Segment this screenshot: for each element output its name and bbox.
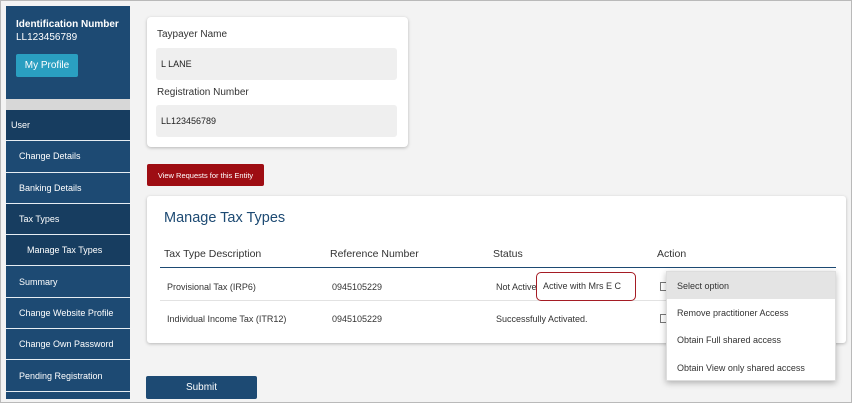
sidebar-item-change-website-profile[interactable]: Change Website Profile xyxy=(6,297,130,330)
sidebar-item-user[interactable]: User xyxy=(6,110,130,142)
dropdown-option-full-access[interactable]: Obtain Full shared access xyxy=(667,327,835,354)
row-1-status: Not Active xyxy=(496,282,537,292)
table-header-divider xyxy=(160,267,836,268)
row-1-description: Provisional Tax (IRP6) xyxy=(167,282,256,292)
column-header-reference: Reference Number xyxy=(330,248,419,260)
action-dropdown-menu: Select option Remove practitioner Access… xyxy=(666,271,836,381)
status-highlight-box: Active with Mrs E C xyxy=(536,272,636,301)
page-title: Manage Tax Types xyxy=(164,210,286,226)
id-number-value: LL123456789 xyxy=(16,32,78,43)
row-2-reference: 0945105229 xyxy=(332,314,383,324)
row-2-status: Successfully Activated. xyxy=(496,314,588,324)
dropdown-option-view-access[interactable]: Obtain View only shared access xyxy=(667,354,835,381)
sidebar-separator xyxy=(6,99,130,110)
dropdown-option-select[interactable]: Select option xyxy=(667,272,835,300)
sidebar-item-summary[interactable]: Summary xyxy=(6,266,130,298)
dropdown-option-remove-access[interactable]: Remove practitioner Access xyxy=(667,299,835,326)
taxpayer-card: Taypayer Name L LANE Registration Number… xyxy=(147,17,408,147)
sidebar-item-manage-tax-types[interactable]: Manage Tax Types xyxy=(6,235,130,267)
sidebar-item-pending-registration[interactable]: Pending Registration xyxy=(6,360,130,392)
sidebar-item-tax-types[interactable]: Tax Types xyxy=(6,203,130,236)
column-header-action: Action xyxy=(657,248,687,260)
column-header-status: Status xyxy=(493,248,523,260)
column-header-description: Tax Type Description xyxy=(164,248,262,260)
row-2-description: Individual Income Tax (ITR12) xyxy=(167,314,287,324)
row-1-reference: 0945105229 xyxy=(332,282,383,292)
sidebar-header: Identification Number LL123456789 My Pro… xyxy=(6,6,130,99)
sidebar-item-change-details[interactable]: Change Details xyxy=(6,141,130,173)
submit-button[interactable]: Submit xyxy=(146,376,257,399)
id-number-label: Identification Number xyxy=(16,19,119,30)
my-profile-button[interactable]: My Profile xyxy=(16,54,78,77)
taxpayer-name-label: Taypayer Name xyxy=(157,29,228,40)
registration-number-label: Registration Number xyxy=(157,87,249,98)
taxpayer-name-field: L LANE xyxy=(156,48,397,80)
registration-number-field: LL123456789 xyxy=(156,105,397,137)
view-requests-button[interactable]: View Requests for this Entity xyxy=(147,164,264,186)
app-frame: Identification Number LL123456789 My Pro… xyxy=(0,0,852,403)
sidebar-menu: User Change Details Banking Details Tax … xyxy=(6,110,130,392)
sidebar-item-change-own-password[interactable]: Change Own Password xyxy=(6,329,130,361)
sidebar: Identification Number LL123456789 My Pro… xyxy=(6,6,130,399)
status-overlay-text: Active with Mrs E C xyxy=(543,281,622,291)
sidebar-item-banking-details[interactable]: Banking Details xyxy=(6,172,130,204)
